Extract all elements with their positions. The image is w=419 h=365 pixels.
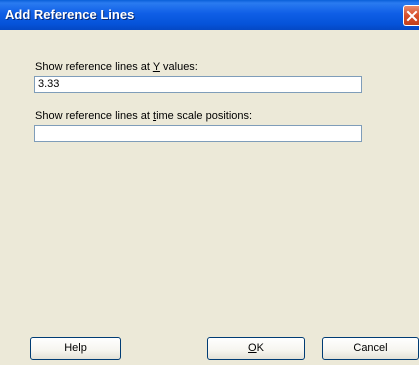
title-bar[interactable]: Add Reference Lines <box>0 0 419 30</box>
ok-button[interactable]: OK <box>207 337 305 360</box>
window-title: Add Reference Lines <box>5 7 135 22</box>
close-icon <box>406 10 418 22</box>
y-values-input[interactable]: 3.33 <box>34 76 362 93</box>
y-values-label: Show reference lines at Y values: <box>35 61 198 73</box>
close-button[interactable] <box>403 5 419 26</box>
cancel-button[interactable]: Cancel <box>322 337 419 360</box>
time-positions-label: Show reference lines at time scale posit… <box>35 110 253 122</box>
time-positions-input[interactable] <box>34 125 362 142</box>
add-reference-lines-dialog: Add Reference Lines Show reference lines… <box>0 0 419 365</box>
help-button[interactable]: Help <box>30 337 121 360</box>
